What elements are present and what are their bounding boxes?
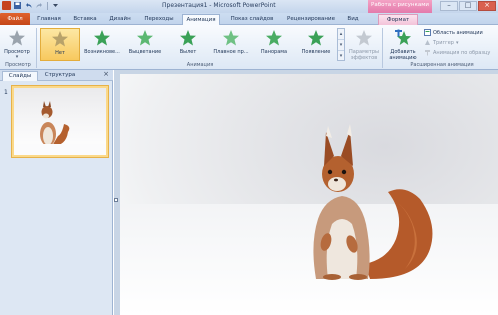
quick-access-toolbar: [2, 1, 60, 10]
tab-file[interactable]: Файл: [0, 13, 30, 25]
window-title: Презентация1 - Microsoft PowerPoint: [162, 2, 276, 9]
trigger-dropdown-icon: ▾: [455, 39, 459, 46]
green-star-icon: [266, 30, 282, 46]
animation-pane-label: Область анимации: [433, 29, 483, 36]
slide-thumbnail[interactable]: [11, 85, 109, 158]
animation-none-label: Нет: [55, 50, 65, 56]
undo-icon[interactable]: [24, 1, 33, 10]
slide-workspace: [114, 70, 498, 315]
add-animation-button[interactable]: Добавить анимацию: [385, 28, 421, 61]
tab-review[interactable]: Рецензирование: [284, 14, 338, 25]
animation-group-label: Анимация: [186, 62, 214, 68]
effect-options-button[interactable]: Параметры эффектов: [348, 28, 380, 61]
add-animation-label-2: анимацию: [389, 55, 417, 61]
animation-split-label: Панорама: [260, 49, 288, 55]
animation-pane-button[interactable]: Область анимации: [424, 28, 483, 37]
tab-transitions[interactable]: Переходы: [142, 14, 176, 25]
animation-appear[interactable]: Возникнове...: [82, 28, 122, 61]
star-none-icon: [52, 31, 68, 47]
animation-painter-label: Анимация по образцу: [433, 49, 491, 56]
preview-star-icon: [9, 30, 25, 46]
animation-painter-button[interactable]: Анимация по образцу: [424, 48, 490, 57]
animation-fly-in-label: Вылет: [179, 49, 197, 55]
trigger-button[interactable]: Триггер ▾: [424, 38, 459, 47]
tab-outline[interactable]: Структура: [40, 71, 80, 81]
title-bar: Презентация1 - Microsoft PowerPoint Рабо…: [0, 0, 498, 13]
tab-view[interactable]: Вид: [343, 14, 363, 25]
tab-design[interactable]: Дизайн: [106, 14, 134, 25]
squirrel-thumbnail-image: [14, 101, 106, 155]
animation-painter-icon: [425, 50, 430, 56]
qat-separator: [47, 1, 48, 10]
selection-handle[interactable]: [114, 198, 118, 202]
animation-fade-label: Выцветание: [128, 49, 162, 55]
animation-none[interactable]: Нет: [40, 28, 80, 61]
gallery-scrollbar[interactable]: ▴ ▾ ▾: [337, 28, 345, 61]
green-star-icon: [223, 30, 239, 46]
preview-dropdown-icon: ▾: [15, 54, 19, 60]
tab-home[interactable]: Главная: [35, 14, 63, 25]
tab-slide-show[interactable]: Показ слайдов: [228, 14, 276, 25]
animation-wipe-label: Появление: [301, 49, 331, 55]
green-star-icon: [180, 30, 196, 46]
animation-float-in-label: Плавное пр...: [213, 49, 249, 55]
context-tab-header: Работа с рисунками: [368, 0, 432, 13]
gallery-up-icon[interactable]: ▴: [338, 29, 344, 40]
close-pane-icon[interactable]: ×: [103, 70, 109, 78]
preview-button[interactable]: Просмотр ▾: [2, 28, 32, 61]
minimize-button[interactable]: –: [440, 1, 458, 11]
slide-number: 1: [4, 89, 8, 96]
slide-thumbnail-image: [14, 88, 106, 155]
add-animation-icon: [395, 29, 411, 45]
save-icon[interactable]: [13, 1, 22, 10]
group-separator: [36, 28, 37, 68]
tab-slides[interactable]: Слайды: [2, 71, 38, 81]
animation-wipe[interactable]: Появление: [296, 28, 336, 61]
ribbon-tabs: Файл Главная Вставка Дизайн Переходы Ани…: [0, 13, 498, 26]
slides-pane-tabs: Слайды Структура ×: [0, 70, 113, 81]
animation-pane-icon: [424, 29, 431, 36]
maximize-button[interactable]: □: [459, 1, 477, 11]
green-star-icon: [137, 30, 153, 46]
redo-icon[interactable]: [35, 1, 44, 10]
gallery-more-icon[interactable]: ▾: [338, 51, 344, 62]
animation-split[interactable]: Панорама: [254, 28, 294, 61]
trigger-label: Триггер: [433, 39, 454, 46]
green-star-icon: [308, 30, 324, 46]
squirrel-photo: [313, 124, 433, 280]
animation-float-in[interactable]: Плавное пр...: [210, 28, 252, 61]
window-controls: – □ ×: [440, 1, 496, 11]
tab-format[interactable]: Формат: [378, 14, 418, 25]
animation-fade[interactable]: Выцветание: [125, 28, 165, 61]
gallery-down-icon[interactable]: ▾: [338, 40, 344, 51]
animation-fly-in[interactable]: Вылет: [168, 28, 208, 61]
slides-pane: Слайды Структура × 1: [0, 70, 113, 315]
ribbon: Просмотр ▾ Просмотр Нет Возникнове... Вы…: [0, 25, 498, 70]
preview-group-label: Просмотр: [5, 62, 31, 68]
slide-canvas[interactable]: [120, 74, 498, 315]
trigger-icon: [425, 40, 430, 45]
green-star-icon: [94, 30, 110, 46]
effect-options-star-icon: [356, 30, 372, 46]
advanced-animation-group-label: Расширенная анимация: [410, 62, 474, 68]
animation-appear-label: Возникнове...: [84, 49, 120, 55]
effect-options-label-2: эффектов: [350, 55, 378, 61]
group-separator: [382, 28, 383, 68]
powerpoint-app-icon[interactable]: [2, 1, 11, 10]
close-button[interactable]: ×: [478, 1, 496, 11]
customize-qat-icon[interactable]: [51, 1, 60, 10]
tab-insert[interactable]: Вставка: [71, 14, 99, 25]
